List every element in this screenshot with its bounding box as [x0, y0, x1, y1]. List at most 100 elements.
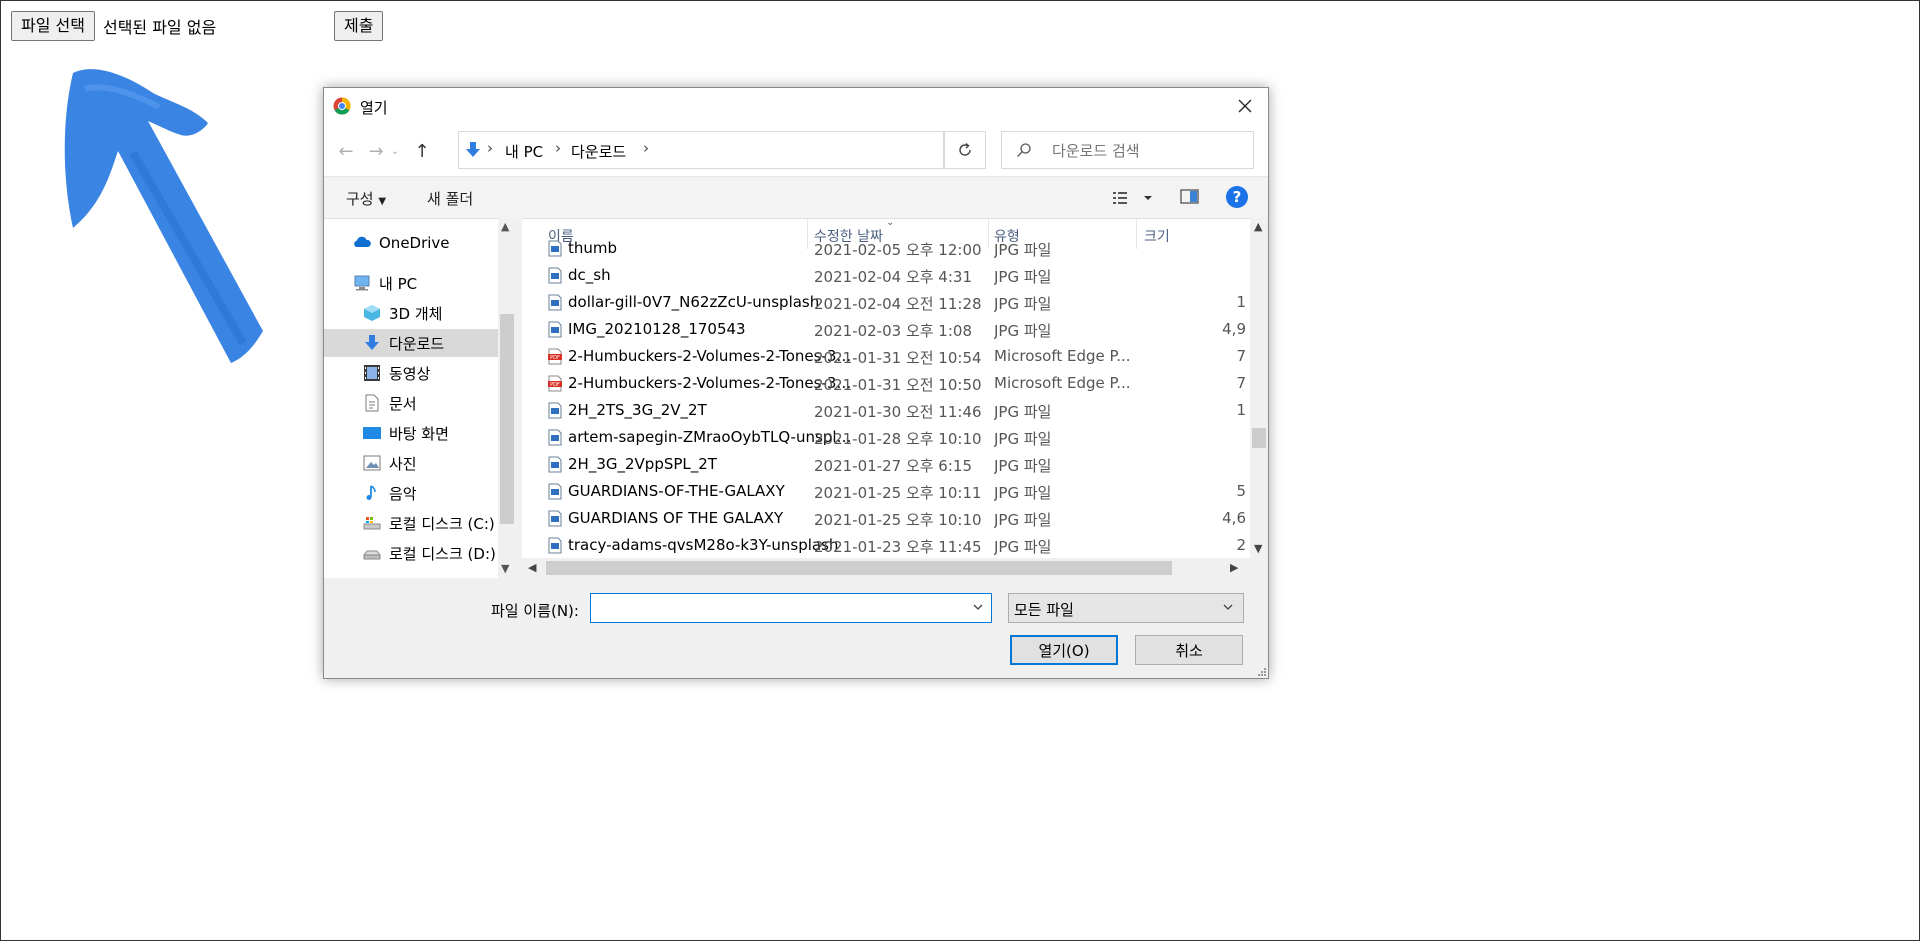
file-type-select[interactable]: 모든 파일: [1008, 593, 1244, 623]
tree-item-local-disk-d[interactable]: 로컬 디스크 (D:): [362, 539, 516, 567]
recent-locations-button[interactable]: ⌄: [388, 140, 402, 162]
file-date: 2021-01-25 오후 10:11: [814, 484, 982, 502]
table-row[interactable]: PDF 2-Humbuckers-2-Volumes-2-Tones-3-W...…: [522, 343, 1250, 370]
close-icon: [1238, 99, 1252, 113]
scroll-up-icon[interactable]: ▲: [501, 220, 509, 233]
file-size: 4,9: [1222, 320, 1246, 338]
file-date: 2021-01-31 오전 10:54: [814, 349, 982, 367]
tree-item-label: 문서: [389, 394, 417, 413]
tree-item-desktop[interactable]: 바탕 화면: [362, 419, 516, 447]
tree-scrollbar-thumb[interactable]: [500, 314, 514, 524]
search-box[interactable]: [1001, 131, 1254, 169]
file-name: thumb: [568, 239, 618, 257]
tree-item-label: 다운로드: [389, 334, 445, 353]
image-file-icon: [548, 456, 562, 473]
preview-pane-icon[interactable]: [1180, 188, 1200, 206]
chevron-down-icon[interactable]: [971, 600, 985, 614]
open-button[interactable]: 열기(O): [1010, 635, 1118, 665]
tree-item-local-disk-c[interactable]: 로컬 디스크 (C:): [362, 509, 516, 537]
search-input[interactable]: [1050, 138, 1249, 164]
refresh-button[interactable]: [944, 131, 986, 169]
file-date: 2021-01-25 오후 10:10: [814, 511, 982, 529]
file-type: JPG 파일: [994, 511, 1052, 529]
table-row[interactable]: IMG_20210128_170543 2021-02-03 오후 1:08 JPG…: [522, 316, 1250, 343]
filename-input[interactable]: [595, 594, 959, 622]
file-date: 2021-02-03 오후 1:08: [814, 322, 972, 340]
table-row[interactable]: GUARDIANS OF THE GALAXY 2021-01-25 오후 10:…: [522, 505, 1250, 532]
scroll-right-icon[interactable]: ▶: [1230, 561, 1238, 574]
music-icon: [366, 485, 376, 500]
file-list-horizontal-thumb[interactable]: [546, 561, 1172, 575]
file-size: 4,6: [1222, 509, 1246, 527]
table-row[interactable]: 2H_3G_2VppSPL_2T 2021-01-27 오후 6:15 JPG 파일: [522, 451, 1250, 478]
file-date: 2021-02-05 오후 12:00: [814, 241, 982, 259]
tree-item-label: 음악: [389, 484, 417, 503]
document-icon: [365, 394, 379, 412]
forward-button[interactable]: →: [364, 140, 388, 162]
scroll-down-icon[interactable]: ▼: [501, 562, 509, 575]
tree-item-pictures[interactable]: 사진: [362, 449, 516, 477]
table-row[interactable]: thumb 2021-02-05 오후 12:00 JPG 파일: [522, 235, 1250, 262]
file-name: dc_sh: [568, 266, 611, 284]
file-size: 2: [1236, 536, 1246, 554]
choose-file-button[interactable]: 파일 선택: [11, 11, 95, 41]
up-button[interactable]: ↑: [410, 140, 434, 162]
close-button[interactable]: [1222, 88, 1268, 124]
table-row[interactable]: dc_sh 2021-02-04 오후 4:31 JPG 파일: [522, 262, 1250, 289]
chrome-icon: [333, 97, 351, 115]
tree-scrollbar[interactable]: ▲ ▼: [498, 218, 516, 578]
submit-button[interactable]: 제출: [334, 11, 384, 41]
cube-icon: [364, 305, 380, 321]
scroll-up-icon[interactable]: ▲: [1254, 220, 1262, 233]
file-type: JPG 파일: [994, 295, 1052, 313]
scroll-left-icon[interactable]: ◀: [528, 561, 536, 574]
chevron-down-icon: [1223, 604, 1233, 610]
tree-item-videos[interactable]: 동영상: [362, 359, 516, 387]
table-row[interactable]: artem-sapegin-ZMraoOybTLQ-unsplash 2021-0…: [522, 424, 1250, 451]
table-row[interactable]: 2H_2TS_3G_2V_2T 2021-01-30 오전 11:46 JPG 파일…: [522, 397, 1250, 424]
file-list-horizontal-scrollbar[interactable]: ◀ ▶: [522, 558, 1250, 578]
caret-down-icon: ▼: [378, 196, 387, 207]
address-bar[interactable]: › 내 PC › 다운로드 ›: [458, 131, 1050, 169]
file-list: 이름 수정한 날짜 ⌄ 유형 크기 thumb 2021-02-05 오후 12:…: [522, 218, 1250, 559]
back-button[interactable]: ←: [334, 140, 358, 162]
tree-item-onedrive[interactable]: OneDrive: [352, 229, 516, 257]
navigation-bar: ← → ⌄ ↑ › 내 PC › 다운로드 ›: [324, 124, 1268, 176]
table-row[interactable]: PDF 2-Humbuckers-2-Volumes-2-Tones-3-W...…: [522, 370, 1250, 397]
file-name: tracy-adams-qvsM28o-k3Y-unsplash: [568, 536, 839, 554]
tree-item-downloads[interactable]: 다운로드: [324, 329, 498, 357]
file-type: JPG 파일: [994, 457, 1052, 475]
cancel-button[interactable]: 취소: [1135, 635, 1243, 665]
view-options-icon[interactable]: [1111, 188, 1155, 208]
new-folder-button[interactable]: 새 폴더: [427, 188, 473, 209]
file-type: JPG 파일: [994, 538, 1052, 556]
file-list-vertical-scrollbar[interactable]: ▲ ▼: [1250, 218, 1268, 558]
filename-field[interactable]: [590, 593, 992, 623]
tree-item-3d-objects[interactable]: 3D 개체: [362, 299, 516, 327]
image-file-icon: [548, 510, 562, 527]
tree-item-documents[interactable]: 문서: [362, 389, 516, 417]
breadcrumb-my-pc[interactable]: 내 PC: [505, 141, 543, 162]
file-name: artem-sapegin-ZMraoOybTLQ-unsplash: [568, 428, 856, 446]
table-row[interactable]: tracy-adams-qvsM28o-k3Y-unsplash 2021-01-…: [522, 532, 1250, 559]
breadcrumb-separator-icon: ›: [487, 139, 493, 157]
download-folder-icon: [466, 142, 480, 157]
file-name: GUARDIANS OF THE GALAXY: [568, 509, 784, 527]
dialog-footer: 파일 이름(N): 모든 파일 열기(O) 취소: [324, 578, 1268, 678]
tree-item-music[interactable]: 음악: [362, 479, 516, 507]
file-list-vertical-thumb[interactable]: [1252, 428, 1266, 448]
image-file-icon: [548, 537, 562, 554]
image-file-icon: [548, 483, 562, 500]
table-row[interactable]: dollar-gill-0V7_N62zZcU-unsplash 2021-02-…: [522, 289, 1250, 316]
help-button[interactable]: ?: [1226, 186, 1248, 208]
file-size: 1: [1236, 293, 1246, 311]
resize-grip-icon[interactable]: [1256, 666, 1266, 676]
tree-item-label: 동영상: [389, 364, 431, 383]
breadcrumb-downloads[interactable]: 다운로드: [571, 141, 626, 162]
open-file-dialog: 열기 ← → ⌄ ↑ › 내 PC › 다운로드 › 구성 ▼ 새 폴더: [323, 87, 1269, 679]
scroll-down-icon[interactable]: ▼: [1254, 542, 1262, 555]
tree-item-my-pc[interactable]: 내 PC: [352, 269, 516, 297]
organize-button[interactable]: 구성 ▼: [346, 188, 386, 209]
tree-item-label: 사진: [389, 454, 417, 473]
table-row[interactable]: GUARDIANS-OF-THE-GALAXY 2021-01-25 오후 10:…: [522, 478, 1250, 505]
